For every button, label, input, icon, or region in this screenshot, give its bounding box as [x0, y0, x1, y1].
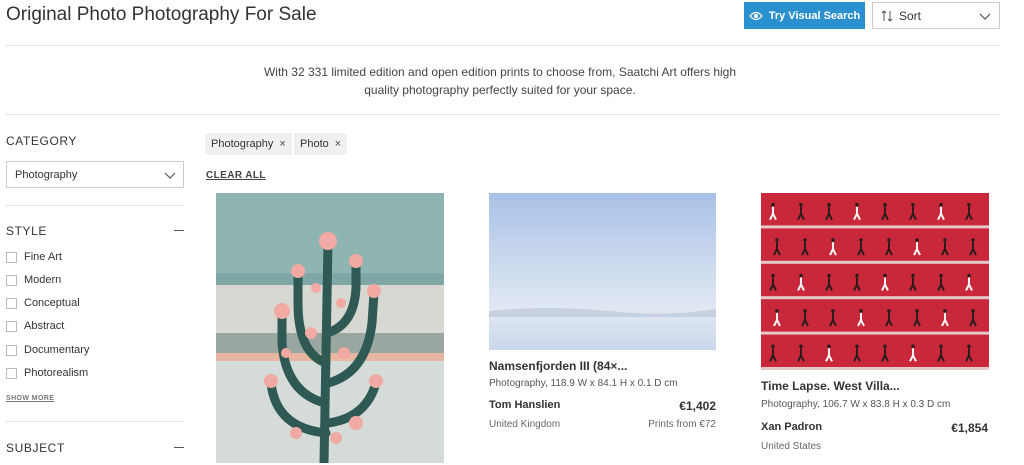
artwork-title[interactable]: Time Lapse. West Villa...: [761, 379, 900, 393]
filter-chip[interactable]: Photo ×: [294, 133, 348, 155]
time-lapse-photo: [761, 193, 989, 370]
category-value: Photography: [15, 168, 78, 181]
artwork-description: Photography, 106.7 W x 83.8 H x 0.3 D cm: [761, 399, 951, 410]
sort-label: Sort: [899, 8, 922, 23]
fjord-photo: [489, 193, 716, 350]
artwork-price: €1,402: [679, 399, 716, 413]
page-title: Original Photo Photography For Sale: [6, 4, 317, 25]
checkbox[interactable]: [6, 344, 17, 356]
collapse-icon[interactable]: [174, 230, 184, 231]
style-heading[interactable]: STYLE: [6, 224, 47, 238]
artist-location: United Kingdom: [489, 419, 561, 430]
checkbox[interactable]: [6, 251, 17, 263]
show-more-link[interactable]: SHOW MORE: [6, 395, 54, 402]
checkbox[interactable]: [6, 274, 17, 286]
visual-search-label: Try Visual Search: [768, 9, 861, 22]
style-option-label: Fine Art: [24, 251, 62, 263]
artist-location: United States: [761, 441, 822, 452]
clear-all-link[interactable]: CLEAR ALL: [206, 170, 266, 181]
divider: [6, 421, 184, 422]
chevron-down-icon: [164, 172, 176, 179]
divider: [6, 114, 1000, 115]
visual-search-button[interactable]: Try Visual Search: [744, 2, 865, 29]
prints-price[interactable]: Prints from €72: [596, 419, 716, 430]
style-option[interactable]: Abstract: [6, 320, 64, 332]
cactus-photo: [216, 193, 444, 463]
style-option-label: Conceptual: [24, 297, 80, 309]
style-option[interactable]: Conceptual: [6, 297, 80, 309]
chip-label: Photo: [300, 138, 329, 150]
artwork-description: Photography, 118.9 W x 84.1 H x 0.1 D cm: [489, 378, 678, 389]
checkbox[interactable]: [6, 367, 17, 379]
chevron-down-icon: [979, 13, 991, 20]
chip-label: Photography: [211, 138, 274, 150]
divider: [6, 45, 1000, 46]
artwork-image[interactable]: [489, 193, 716, 350]
checkbox[interactable]: [6, 320, 17, 332]
style-option-label: Modern: [24, 274, 62, 286]
style-option-label: Documentary: [24, 344, 90, 356]
divider: [6, 205, 184, 206]
sort-icon: [881, 9, 893, 22]
artist-name[interactable]: Xan Padron: [761, 421, 822, 433]
checkbox[interactable]: [6, 297, 17, 309]
style-option[interactable]: Modern: [6, 274, 61, 286]
artist-name[interactable]: Tom Hanslien: [489, 399, 560, 411]
close-icon[interactable]: ×: [279, 138, 285, 150]
intro-line-2: quality photography perfectly suited for…: [364, 83, 636, 97]
intro-line-1: With 32 331 limited edition and open edi…: [263, 65, 737, 79]
artwork-title[interactable]: Namsenfjorden III (84×...: [489, 359, 627, 373]
intro-text: With 32 331 limited edition and open edi…: [250, 63, 750, 99]
eye-icon: [748, 11, 763, 20]
style-option[interactable]: Photorealism: [6, 367, 88, 379]
style-option-label: Abstract: [24, 320, 65, 332]
artwork-price: €1,854: [951, 421, 988, 435]
artwork-image[interactable]: [216, 193, 444, 463]
close-icon[interactable]: ×: [335, 138, 341, 150]
category-heading: CATEGORY: [6, 134, 78, 148]
style-option-label: Photorealism: [24, 367, 89, 379]
style-option[interactable]: Fine Art: [6, 251, 62, 263]
category-dropdown[interactable]: Photography: [6, 161, 184, 188]
collapse-icon[interactable]: [174, 447, 184, 448]
subject-heading[interactable]: SUBJECT: [6, 441, 65, 455]
artwork-image[interactable]: [761, 193, 989, 370]
sort-dropdown[interactable]: Sort: [872, 2, 1000, 29]
filter-chip[interactable]: Photography ×: [205, 133, 292, 155]
style-option[interactable]: Documentary: [6, 344, 89, 356]
